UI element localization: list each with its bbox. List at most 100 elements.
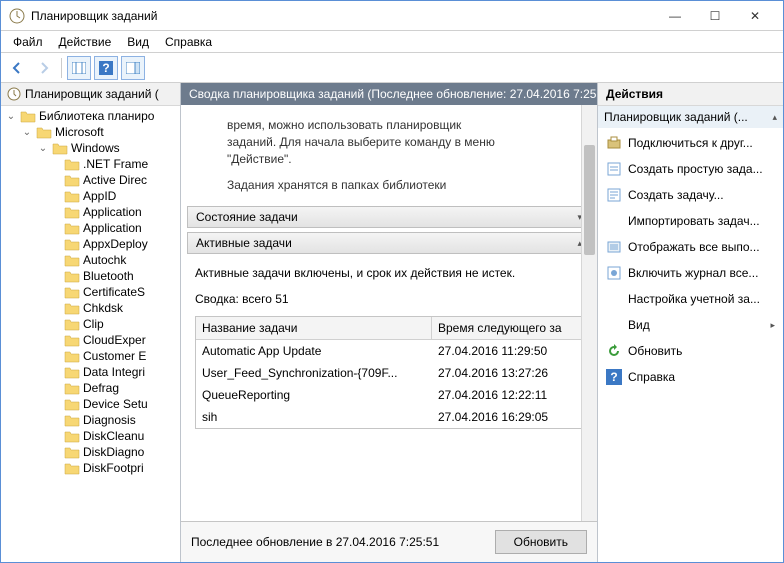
tree-label: Clip bbox=[83, 317, 104, 331]
tree-item[interactable]: DiskCleanu bbox=[1, 428, 180, 444]
center-footer: Последнее обновление в 27.04.2016 7:25:5… bbox=[181, 521, 597, 562]
window-title: Планировщик заданий bbox=[31, 9, 655, 23]
folder-icon bbox=[64, 413, 80, 427]
maximize-button[interactable]: ☐ bbox=[695, 2, 735, 30]
folder-icon bbox=[64, 349, 80, 363]
action-label: Импортировать задач... bbox=[628, 214, 760, 228]
tree-item[interactable]: .NET Frame bbox=[1, 156, 180, 172]
tree-item[interactable]: DiskFootpri bbox=[1, 460, 180, 476]
action-item[interactable]: Импортировать задач... bbox=[598, 208, 783, 234]
folder-icon bbox=[64, 301, 80, 315]
tree-item[interactable]: DiskDiagno bbox=[1, 444, 180, 460]
cell-time: 27.04.2016 11:29:50 bbox=[432, 342, 582, 360]
tree-item[interactable]: Defrag bbox=[1, 380, 180, 396]
footer-text: Последнее обновление в 27.04.2016 7:25:5… bbox=[191, 535, 439, 549]
tree-item[interactable]: Application bbox=[1, 220, 180, 236]
tree-item[interactable]: Autochk bbox=[1, 252, 180, 268]
action-item[interactable]: Включить журнал все... bbox=[598, 260, 783, 286]
tree-item[interactable]: Chkdsk bbox=[1, 300, 180, 316]
pane-icon bbox=[126, 62, 140, 74]
tree-item[interactable]: AppxDeploy bbox=[1, 236, 180, 252]
cell-name: sih bbox=[196, 408, 432, 426]
section-body: Активные задачи включены, и срок их дейс… bbox=[187, 258, 591, 441]
folder-icon bbox=[64, 237, 80, 251]
close-button[interactable]: ✕ bbox=[735, 2, 775, 30]
info-line: время, можно использовать планировщик bbox=[227, 117, 583, 134]
menu-file[interactable]: Файл bbox=[5, 33, 51, 51]
active-text: Активные задачи включены, и срок их дейс… bbox=[195, 266, 583, 280]
menu-view[interactable]: Вид bbox=[119, 33, 157, 51]
scrollbar[interactable] bbox=[581, 105, 597, 521]
tree-item[interactable]: AppID bbox=[1, 188, 180, 204]
tree-item[interactable]: CloudExper bbox=[1, 332, 180, 348]
view-icon bbox=[606, 317, 622, 333]
tree-item[interactable]: Application bbox=[1, 204, 180, 220]
actions-group-title: Планировщик заданий (... ▴ bbox=[598, 106, 783, 128]
toolbar: ? bbox=[1, 53, 783, 83]
action-item[interactable]: Обновить bbox=[598, 338, 783, 364]
tree-label: AppxDeploy bbox=[83, 237, 148, 251]
workspace: Планировщик заданий ( ⌄ Библиотека плани… bbox=[1, 83, 783, 562]
folder-icon bbox=[64, 173, 80, 187]
tree-windows[interactable]: ⌄ Windows bbox=[1, 140, 180, 156]
tree-item[interactable]: Data Integri bbox=[1, 364, 180, 380]
task-table: Название задачи Время следующего за Auto… bbox=[195, 316, 583, 429]
minimize-button[interactable]: — bbox=[655, 2, 695, 30]
tree-item[interactable]: Clip bbox=[1, 316, 180, 332]
action-label: Включить журнал все... bbox=[628, 266, 758, 280]
tree-item[interactable]: Diagnosis bbox=[1, 412, 180, 428]
scroll-thumb[interactable] bbox=[584, 145, 595, 255]
action-label: Обновить bbox=[628, 344, 682, 358]
tree-label: AppID bbox=[83, 189, 116, 203]
action-item[interactable]: Вид▸ bbox=[598, 312, 783, 338]
back-button[interactable] bbox=[5, 56, 29, 80]
pane2-button[interactable] bbox=[121, 56, 145, 80]
panes-button[interactable] bbox=[67, 56, 91, 80]
tree-microsoft[interactable]: ⌄ Microsoft bbox=[1, 124, 180, 140]
log-icon bbox=[606, 265, 622, 281]
folder-icon bbox=[20, 109, 36, 123]
actions-header: Действия bbox=[598, 83, 783, 106]
task-icon bbox=[606, 187, 622, 203]
cell-time: 27.04.2016 13:27:26 bbox=[432, 364, 582, 382]
tree-toggle[interactable]: ⌄ bbox=[5, 111, 17, 122]
tree-item[interactable]: Customer E bbox=[1, 348, 180, 364]
help-button[interactable]: ? bbox=[94, 56, 118, 80]
action-item[interactable]: Создать задачу... bbox=[598, 182, 783, 208]
folder-icon bbox=[64, 269, 80, 283]
menu-action[interactable]: Действие bbox=[51, 33, 120, 51]
action-item[interactable]: Отображать все выпо... bbox=[598, 234, 783, 260]
action-item[interactable]: Создать простую зада... bbox=[598, 156, 783, 182]
cell-time: 27.04.2016 12:22:11 bbox=[432, 386, 582, 404]
tree-label: Device Setu bbox=[83, 397, 148, 411]
tree-toggle[interactable]: ⌄ bbox=[37, 143, 49, 154]
section-active[interactable]: Активные задачи ▴ bbox=[187, 232, 591, 254]
refresh-button[interactable]: Обновить bbox=[495, 530, 587, 554]
tree[interactable]: ⌄ Библиотека планиро ⌄ Microsoft ⌄ Windo… bbox=[1, 106, 180, 562]
menu-help[interactable]: Справка bbox=[157, 33, 220, 51]
section-status[interactable]: Состояние задачи ▾ bbox=[187, 206, 591, 228]
tree-label: Chkdsk bbox=[83, 301, 123, 315]
tree-label: CertificateS bbox=[83, 285, 145, 299]
table-row[interactable]: QueueReporting27.04.2016 12:22:11 bbox=[196, 384, 582, 406]
action-label: Создать простую зада... bbox=[628, 162, 763, 176]
forward-button[interactable] bbox=[32, 56, 56, 80]
tree-label: Windows bbox=[71, 141, 120, 155]
col-time[interactable]: Время следующего за bbox=[432, 317, 582, 339]
table-row[interactable]: Automatic App Update27.04.2016 11:29:50 bbox=[196, 340, 582, 362]
tree-item[interactable]: Device Setu bbox=[1, 396, 180, 412]
tree-item[interactable]: CertificateS bbox=[1, 284, 180, 300]
folder-icon bbox=[52, 141, 68, 155]
tree-item[interactable]: Bluetooth bbox=[1, 268, 180, 284]
table-row[interactable]: sih27.04.2016 16:29:05 bbox=[196, 406, 582, 428]
action-item[interactable]: ?Справка bbox=[598, 364, 783, 390]
tree-item[interactable]: Active Direc bbox=[1, 172, 180, 188]
tree-toggle[interactable]: ⌄ bbox=[21, 127, 33, 138]
action-item[interactable]: Подключиться к друг... bbox=[598, 130, 783, 156]
tree-label: DiskCleanu bbox=[83, 429, 144, 443]
action-item[interactable]: Настройка учетной за... bbox=[598, 286, 783, 312]
col-name[interactable]: Название задачи bbox=[196, 317, 432, 339]
table-row[interactable]: User_Feed_Synchronization-{709F...27.04.… bbox=[196, 362, 582, 384]
import-icon bbox=[606, 213, 622, 229]
tree-root[interactable]: ⌄ Библиотека планиро bbox=[1, 108, 180, 124]
